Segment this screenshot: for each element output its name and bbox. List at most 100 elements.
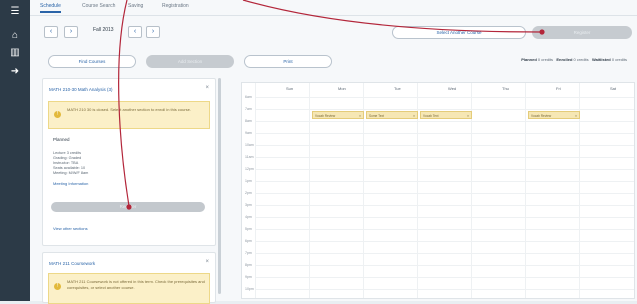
- chevron-left-icon[interactable]: ‹: [44, 26, 58, 38]
- course-card: MATH 210-30 Math Analysis (3) × ! MATH 2…: [42, 78, 216, 246]
- grid-line: [255, 277, 634, 278]
- meeting-info-link[interactable]: Meeting Information: [53, 181, 88, 186]
- close-icon[interactable]: ×: [205, 85, 209, 91]
- tab-course-search[interactable]: Course Search: [82, 3, 115, 9]
- warning-text: MATH 211 Coursework is not offered in th…: [67, 279, 205, 290]
- tab-saving[interactable]: Saving: [128, 3, 143, 9]
- enrolled-label: Enrolled: [556, 57, 573, 62]
- app-sidebar: ☰ ⌂ ▥ ➜: [0, 0, 30, 301]
- menu-icon[interactable]: ☰: [9, 6, 21, 17]
- waitlisted-value: 0 credits: [611, 57, 627, 62]
- hour-label: 10pm: [245, 287, 254, 291]
- grid-line: [255, 109, 634, 110]
- tab-registration[interactable]: Registration: [162, 3, 189, 9]
- planned-section-label[interactable]: Planned: [53, 137, 70, 142]
- grid-line: [255, 181, 634, 182]
- grid-line: [255, 193, 634, 194]
- course-title[interactable]: MATH 211 Coursework: [49, 261, 95, 266]
- close-icon[interactable]: ×: [467, 112, 469, 118]
- close-icon[interactable]: ×: [359, 112, 361, 118]
- warning-text: MATH 210 30 is closed. Select another se…: [67, 107, 191, 112]
- grid-line: [255, 253, 634, 254]
- view-other-sections-link[interactable]: View other sections: [53, 226, 88, 231]
- hour-label: 9pm: [245, 275, 252, 279]
- grid-line: [255, 97, 634, 98]
- add-section-button[interactable]: Add Section: [146, 55, 234, 68]
- calendar-event[interactable]: Vocab Review ×: [528, 111, 580, 119]
- term-next-button[interactable]: ›: [146, 26, 160, 38]
- warning-icon: !: [54, 111, 61, 118]
- day-header: Sun: [286, 86, 294, 91]
- hour-label: 12pm: [245, 167, 254, 171]
- building-icon[interactable]: ▥: [9, 47, 21, 58]
- hour-label: 1pm: [245, 179, 252, 183]
- card-register-button[interactable]: Register: [51, 202, 205, 212]
- term-prev-button[interactable]: ‹: [128, 26, 142, 38]
- grid-line: [255, 157, 634, 158]
- credit-summary: Planned 0 credits Enrolled 0 credits Wai…: [521, 57, 627, 62]
- hour-label: 2pm: [245, 191, 252, 195]
- scrollbar[interactable]: [218, 78, 221, 294]
- hour-label: 4pm: [245, 215, 252, 219]
- waitlisted-label: Waitlisted: [592, 57, 611, 62]
- warning-banner: ! MATH 211 Coursework is not offered in …: [48, 273, 210, 304]
- warning-banner: ! MATH 210 30 is closed. Select another …: [48, 101, 210, 129]
- hour-label: 10am: [245, 143, 254, 147]
- close-icon[interactable]: ×: [575, 112, 577, 118]
- calendar-event[interactable]: Some Text ×: [366, 111, 418, 119]
- print-button[interactable]: Print: [244, 55, 332, 68]
- hour-label: 8pm: [245, 263, 252, 267]
- tab-schedule[interactable]: Schedule: [40, 3, 61, 13]
- day-header: Fri: [556, 86, 561, 91]
- grid-line: [255, 289, 634, 290]
- home-icon[interactable]: ⌂: [9, 30, 21, 41]
- grid-line: [255, 217, 634, 218]
- chevron-right-icon[interactable]: ›: [64, 26, 78, 38]
- warning-icon: !: [54, 283, 61, 290]
- grid-line: [255, 121, 634, 122]
- close-icon[interactable]: ×: [413, 112, 415, 118]
- day-header: Sat: [610, 86, 617, 91]
- weekly-calendar: Sun Mon Tue Wed Thu Fri Sat 6am 7am 8am 9am…: [241, 82, 635, 299]
- hour-label: 5pm: [245, 227, 252, 231]
- enrolled-value: 0 credits: [573, 57, 589, 62]
- close-icon[interactable]: ×: [205, 259, 209, 265]
- hour-label: 3pm: [245, 203, 252, 207]
- grid-line: [255, 205, 634, 206]
- select-another-course-button[interactable]: Select Another Course: [392, 26, 526, 39]
- event-label: Some Text: [369, 114, 384, 118]
- course-card: MATH 211 Coursework × ! MATH 211 Coursew…: [42, 252, 216, 304]
- hour-label: 7pm: [245, 251, 252, 255]
- register-button[interactable]: Register: [532, 26, 632, 39]
- day-header: Thu: [502, 86, 509, 91]
- find-courses-button[interactable]: Find Courses: [48, 55, 136, 68]
- grid-line: [255, 133, 634, 134]
- grid-line: [255, 169, 634, 170]
- detail-line: Meeting: M/W/F 8am: [53, 171, 89, 175]
- hour-label: 11am: [245, 155, 254, 159]
- main-panel: Schedule Course Search Saving Registrati…: [30, 0, 637, 304]
- grid-line: [255, 241, 634, 242]
- term-label: Fall 2013: [93, 27, 114, 33]
- calendar-event[interactable]: Vocab Review ×: [312, 111, 364, 119]
- hour-label: 7am: [245, 107, 252, 111]
- course-list-panel: MATH 210-30 Math Analysis (3) × ! MATH 2…: [42, 76, 221, 304]
- hour-label: 9am: [245, 131, 252, 135]
- event-label: Vocab Review: [315, 114, 336, 118]
- course-title[interactable]: MATH 210-30 Math Analysis (3): [49, 87, 112, 92]
- hour-label: 6pm: [245, 239, 252, 243]
- planned-value: 0 credits: [537, 57, 554, 62]
- day-header: Wed: [448, 86, 457, 91]
- calendar-event[interactable]: Vocab Text ×: [420, 111, 472, 119]
- grid-line: [255, 229, 634, 230]
- event-label: Vocab Review: [531, 114, 552, 118]
- hour-label: 6am: [245, 95, 252, 99]
- divider: [30, 15, 637, 16]
- day-header: Tue: [394, 86, 401, 91]
- hour-label: 8am: [245, 119, 252, 123]
- arrow-icon[interactable]: ➜: [9, 66, 21, 77]
- planned-label: Planned: [521, 57, 537, 62]
- event-label: Vocab Text: [423, 114, 439, 118]
- grid-line: [255, 145, 634, 146]
- grid-line: [255, 265, 634, 266]
